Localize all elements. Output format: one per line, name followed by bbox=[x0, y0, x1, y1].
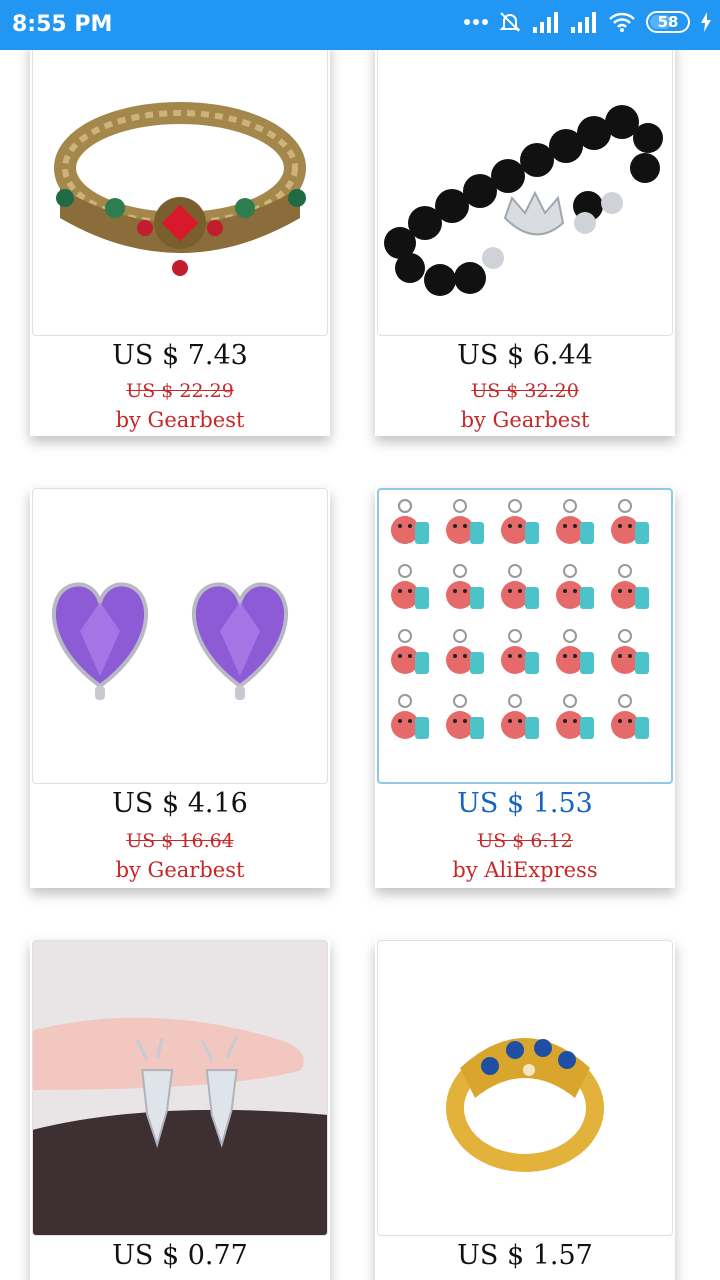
product-image[interactable] bbox=[377, 50, 673, 336]
product-price: US $ 0.77 bbox=[112, 1240, 248, 1271]
status-bar: 8:55 PM 58 bbox=[0, 0, 720, 50]
product-card[interactable]: US $ 0.77 bbox=[30, 940, 330, 1280]
product-vendor: by Gearbest bbox=[460, 408, 590, 432]
product-old-price: US $ 6.12 bbox=[477, 830, 573, 852]
product-price: US $ 1.53 bbox=[457, 788, 593, 819]
status-time: 8:55 PM bbox=[12, 12, 113, 37]
product-grid: US $ 7.43 US $ 22.29 by Gearbest US $ 6.… bbox=[0, 50, 720, 1280]
product-price: US $ 1.57 bbox=[457, 1240, 593, 1271]
product-old-price: US $ 32.20 bbox=[471, 380, 579, 402]
charging-icon bbox=[700, 12, 712, 32]
product-image[interactable] bbox=[32, 488, 328, 784]
status-icons: 58 bbox=[464, 10, 712, 34]
black-bead-crown-bracelet-image bbox=[384, 105, 663, 296]
product-card[interactable]: US $ 6.44 US $ 32.20 by Gearbest bbox=[375, 50, 675, 436]
wifi-icon bbox=[608, 11, 636, 33]
signal-icon bbox=[532, 11, 560, 33]
product-old-price: US $ 16.64 bbox=[126, 830, 234, 852]
product-image[interactable] bbox=[32, 940, 328, 1236]
product-card[interactable]: US $ 4.16 US $ 16.64 by Gearbest bbox=[30, 488, 330, 888]
product-vendor: by Gearbest bbox=[115, 408, 245, 432]
gold-blue-ring-image bbox=[446, 1038, 604, 1172]
product-price: US $ 7.43 bbox=[112, 340, 248, 371]
gold-cuff-bracelet-image bbox=[54, 102, 306, 276]
product-image[interactable] bbox=[377, 940, 673, 1236]
product-vendor: by AliExpress bbox=[452, 858, 598, 882]
product-price: US $ 6.44 bbox=[457, 340, 593, 371]
product-vendor: by Gearbest bbox=[115, 858, 245, 882]
animal-keychains-image bbox=[390, 499, 650, 740]
product-card[interactable]: US $ 1.53 US $ 6.12 by AliExpress bbox=[375, 488, 675, 888]
signal-icon bbox=[570, 11, 598, 33]
product-old-price: US $ 22.29 bbox=[126, 380, 234, 402]
battery-level: 58 bbox=[657, 13, 679, 31]
purple-heart-earrings-image bbox=[51, 582, 289, 700]
battery-icon: 58 bbox=[646, 11, 690, 33]
product-card[interactable]: US $ 7.43 US $ 22.29 by Gearbest bbox=[30, 50, 330, 436]
product-card[interactable]: US $ 1.57 bbox=[375, 940, 675, 1280]
deer-earrings-image bbox=[33, 941, 327, 1235]
product-image[interactable] bbox=[32, 50, 328, 336]
product-image[interactable] bbox=[377, 488, 673, 784]
alarm-off-icon bbox=[498, 10, 522, 34]
more-dots-icon bbox=[464, 18, 488, 26]
product-price: US $ 4.16 bbox=[112, 788, 248, 819]
